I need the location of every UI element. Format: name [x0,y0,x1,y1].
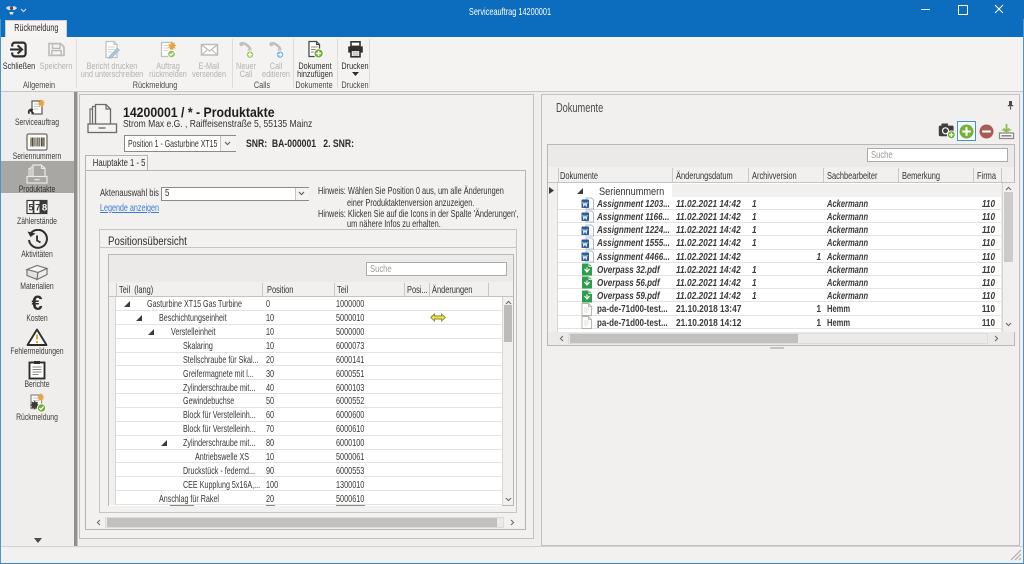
svg-text:5: 5 [28,202,34,213]
svg-text:8: 8 [42,202,47,213]
svg-text:7: 7 [35,202,40,213]
